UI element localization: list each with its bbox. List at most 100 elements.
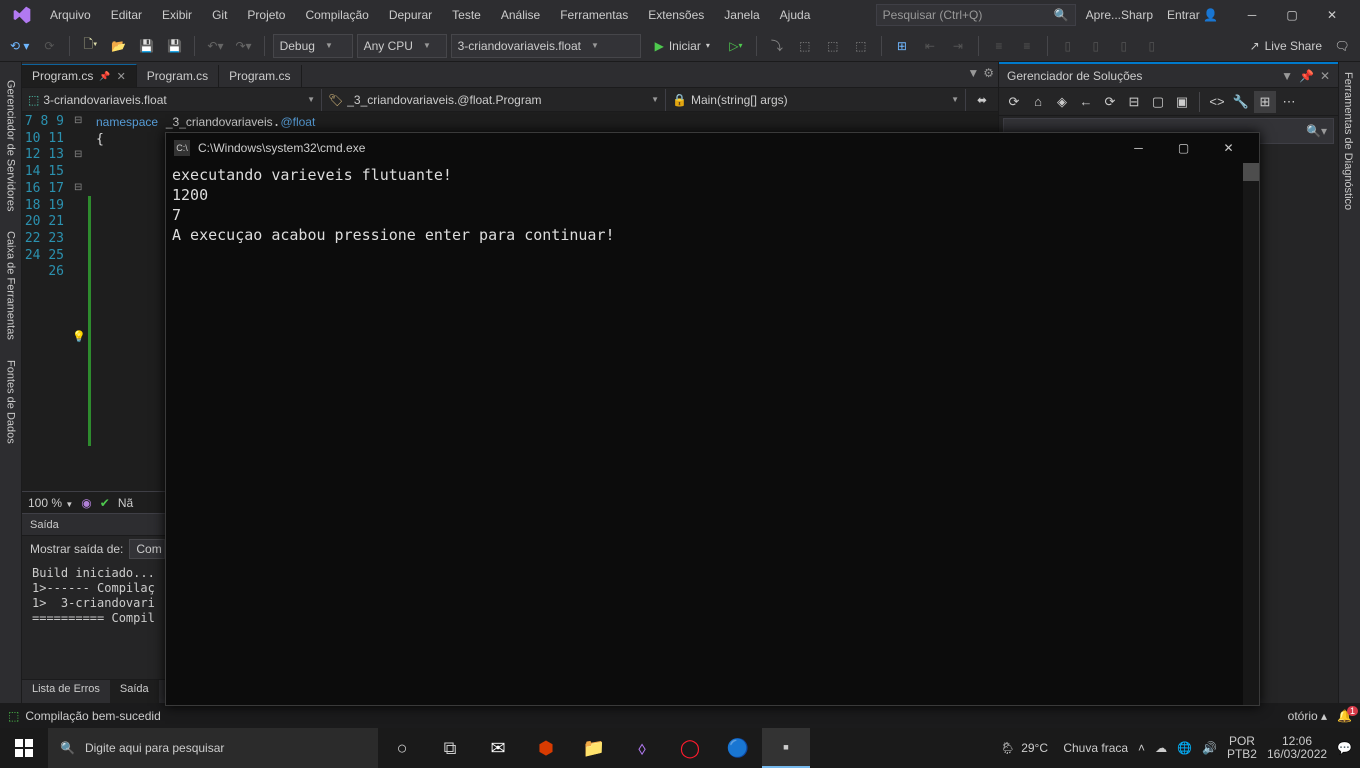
console-window[interactable]: C:\ C:\Windows\system32\cmd.exe ─ ▢ ✕ ex… <box>165 132 1260 706</box>
nav-member-combo[interactable]: 🔒Main(string[] args)▼ <box>666 89 966 111</box>
startup-project-combo[interactable]: 3-criandovariaveis.float▼ <box>451 34 641 58</box>
lightbulb-icon[interactable]: 💡 <box>72 330 86 343</box>
tab-settings-button[interactable]: ⚙ <box>983 66 994 80</box>
step-out-button[interactable]: ⬚ <box>821 34 845 58</box>
panel-pin-button[interactable]: 📌 <box>1299 69 1314 83</box>
tray-volume-icon[interactable]: 🔊 <box>1202 741 1217 755</box>
undo-button[interactable]: ↶▾ <box>203 34 227 58</box>
split-button[interactable]: ⬌ <box>970 88 994 112</box>
opera-icon[interactable]: ◯ <box>666 728 714 768</box>
explorer-icon[interactable]: 📁 <box>570 728 618 768</box>
sol-more-button[interactable]: ⋯ <box>1278 91 1300 113</box>
bookmark-next-button[interactable]: ▯ <box>1112 34 1136 58</box>
weather-widget[interactable]: 🌦29°C Chuva fraca <box>1000 741 1128 755</box>
menu-git[interactable]: Git <box>202 3 237 27</box>
nav-class-combo[interactable]: 🏷_3_criandovariaveis.@float.Program▼ <box>322 89 666 111</box>
step-button[interactable]: ⬚ <box>849 34 873 58</box>
sol-show-button[interactable]: ▢ <box>1147 91 1169 113</box>
menu-arquivo[interactable]: Arquivo <box>40 3 101 27</box>
menu-exibir[interactable]: Exibir <box>152 3 202 27</box>
menu-editar[interactable]: Editar <box>101 3 152 27</box>
sol-home2-button[interactable]: ⌂ <box>1027 91 1049 113</box>
toolbox-button[interactable]: ⊞ <box>890 34 914 58</box>
output-source-combo[interactable]: Com <box>129 539 165 559</box>
console-maximize-button[interactable]: ▢ <box>1161 134 1206 162</box>
fold-column[interactable]: ⊟ ⊟ ⊟ <box>72 112 88 491</box>
tray-notifications-icon[interactable]: 💬 <box>1337 741 1352 755</box>
console-titlebar[interactable]: C:\ C:\Windows\system32\cmd.exe ─ ▢ ✕ <box>166 133 1259 163</box>
zoom-combo[interactable]: 100 % ▼ <box>28 496 73 510</box>
taskview-icon[interactable]: ⧉ <box>426 728 474 768</box>
menu-compilacao[interactable]: Compilação <box>295 3 378 27</box>
tray-chevron-icon[interactable]: ˄ <box>1138 741 1145 755</box>
sol-collapse-button[interactable]: ⊟ <box>1123 91 1145 113</box>
config-combo[interactable]: Debug▼ <box>273 34 353 58</box>
menu-ferramentas[interactable]: Ferramentas <box>550 3 638 27</box>
console-close-button[interactable]: ✕ <box>1206 134 1251 162</box>
menu-janela[interactable]: Janela <box>714 3 769 27</box>
minimize-button[interactable]: ─ <box>1232 0 1272 30</box>
menu-analise[interactable]: Análise <box>491 3 550 27</box>
tray-network-icon[interactable]: 🌐 <box>1177 741 1192 755</box>
console-output[interactable]: executando varieveis flutuante! 1200 7 A… <box>166 163 1259 247</box>
indent-more-button[interactable]: ⇥ <box>946 34 970 58</box>
pin-icon[interactable]: 📌 <box>99 71 110 82</box>
step-over-button[interactable]: ⤵ <box>765 34 789 58</box>
rail-toolbox[interactable]: Caixa de Ferramentas <box>2 221 20 350</box>
tab-program-cs-2[interactable]: Program.cs <box>137 65 219 87</box>
nav-project-combo[interactable]: ⬚3-criandovariaveis.float▼ <box>22 89 322 111</box>
menu-teste[interactable]: Teste <box>442 3 491 27</box>
cortana-icon[interactable]: ○ <box>378 728 426 768</box>
uncomment-button[interactable]: ≡ <box>1015 34 1039 58</box>
rail-diagnostics[interactable]: Ferramentas de Diagnóstico <box>1339 62 1357 220</box>
global-search-input[interactable]: Pesquisar (Ctrl+Q) 🔍 <box>876 4 1076 26</box>
console-scrollbar[interactable] <box>1243 163 1259 705</box>
new-project-button[interactable]: 🗋▾ <box>78 34 102 58</box>
back-nav-button[interactable]: ⟲ ▾ <box>6 34 33 58</box>
start-button[interactable] <box>0 728 48 768</box>
sol-back-button[interactable]: ← <box>1075 91 1097 113</box>
platform-combo[interactable]: Any CPU▼ <box>357 34 447 58</box>
rail-server-explorer[interactable]: Gerenciador de Servidores <box>2 70 20 221</box>
menu-ajuda[interactable]: Ajuda <box>770 3 821 27</box>
bookmark-clear-button[interactable]: ▯ <box>1140 34 1164 58</box>
indent-less-button[interactable]: ⇤ <box>918 34 942 58</box>
menu-extensoes[interactable]: Extensões <box>638 3 714 27</box>
office-icon[interactable]: ⬢ <box>522 728 570 768</box>
tab-overflow-button[interactable]: ▼ <box>967 66 979 80</box>
sol-prop-button[interactable]: 🔧 <box>1230 91 1252 113</box>
taskbar-search-input[interactable]: 🔍Digite aqui para pesquisar <box>48 728 378 768</box>
menu-projeto[interactable]: Projeto <box>237 3 295 27</box>
save-all-button[interactable]: 💾 <box>162 34 186 58</box>
start-nodebug-button[interactable]: ▷ ▾ <box>724 34 748 58</box>
health-indicator[interactable]: ◉ <box>81 496 91 510</box>
tray-clock[interactable]: 12:0616/03/2022 <box>1267 735 1327 761</box>
tab-program-cs-3[interactable]: Program.cs <box>219 65 301 87</box>
panel-dropdown-button[interactable]: ▼ <box>1281 69 1293 83</box>
maximize-button[interactable]: ▢ <box>1272 0 1312 30</box>
comment-button[interactable]: ≡ <box>987 34 1011 58</box>
tray-onedrive-icon[interactable]: ☁ <box>1155 741 1167 755</box>
console-minimize-button[interactable]: ─ <box>1116 134 1161 162</box>
sol-code-button[interactable]: <> <box>1206 91 1228 113</box>
panel-close-button[interactable]: ✕ <box>1320 69 1330 83</box>
tray-language[interactable]: PORPTB2 <box>1227 735 1257 761</box>
app-icon[interactable]: 🔵 <box>714 728 762 768</box>
tab-error-list[interactable]: Lista de Erros <box>22 680 110 703</box>
save-button[interactable]: 💾 <box>134 34 158 58</box>
step-into-button[interactable]: ⬚ <box>793 34 817 58</box>
sol-home-button[interactable]: ⟳ <box>1003 91 1025 113</box>
promo-label[interactable]: Apre...Sharp <box>1086 8 1153 22</box>
bookmark-prev-button[interactable]: ▯ <box>1084 34 1108 58</box>
close-button[interactable]: ✕ <box>1312 0 1352 30</box>
vs-taskbar-icon[interactable]: ⬨ <box>618 728 666 768</box>
sol-refresh-button[interactable]: ⟳ <box>1099 91 1121 113</box>
close-icon[interactable]: ✕ <box>117 70 126 83</box>
bookmark-button[interactable]: ▯ <box>1056 34 1080 58</box>
tab-output[interactable]: Saída <box>110 680 159 703</box>
redo-button[interactable]: ↷▾ <box>232 34 256 58</box>
mail-icon[interactable]: ✉ <box>474 728 522 768</box>
tab-program-cs-1[interactable]: Program.cs📌✕ <box>22 64 137 87</box>
sol-show2-button[interactable]: ▣ <box>1171 91 1193 113</box>
start-debug-button[interactable]: ▶Iniciar▾ <box>645 34 720 58</box>
